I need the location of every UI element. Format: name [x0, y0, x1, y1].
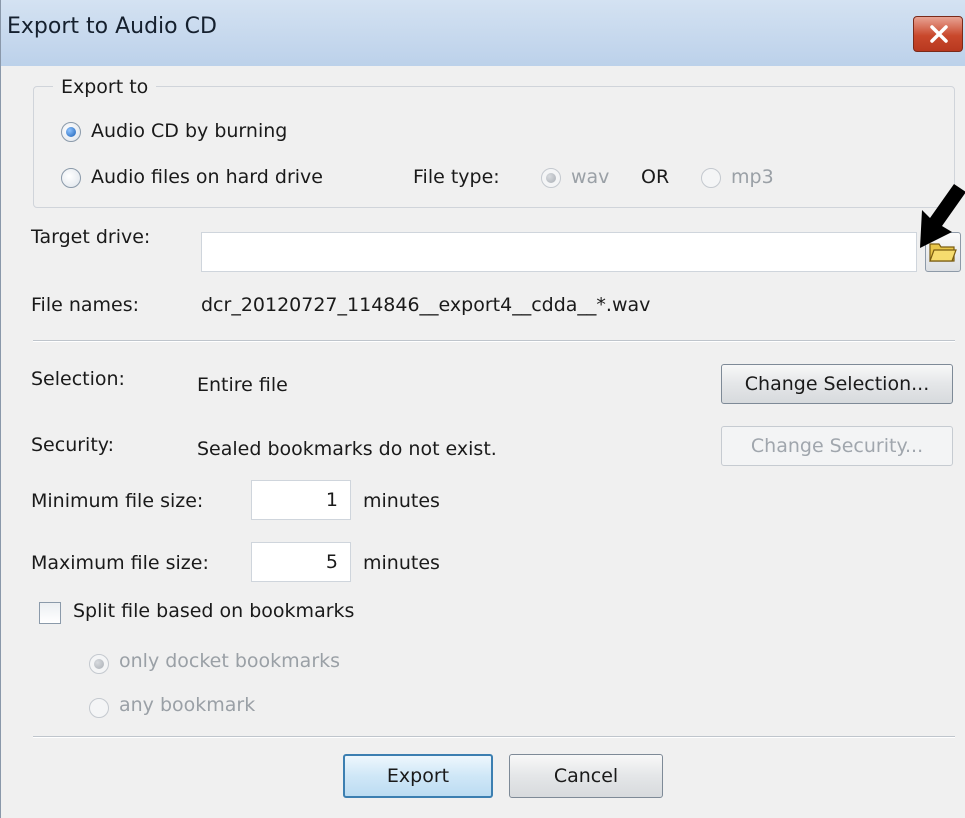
change-selection-button[interactable]: Change Selection...: [721, 364, 953, 404]
close-icon: [930, 25, 948, 43]
target-drive-label: Target drive:: [31, 226, 151, 248]
security-value: Sealed bookmarks do not exist.: [197, 438, 497, 460]
wav-label[interactable]: wav: [571, 166, 609, 188]
cancel-button[interactable]: Cancel: [509, 754, 663, 798]
export-button[interactable]: Export: [343, 754, 493, 798]
file-names-value: dcr_20120727_114846__export4__cdda__*.wa…: [201, 294, 651, 316]
any-bookmark-label[interactable]: any bookmark: [119, 694, 255, 716]
maximum-size-input[interactable]: 5: [251, 542, 351, 582]
mp3-label[interactable]: mp3: [731, 166, 774, 188]
any-bookmark-radio[interactable]: [89, 698, 109, 718]
security-label: Security:: [31, 434, 115, 456]
split-bookmarks-label[interactable]: Split file based on bookmarks: [73, 600, 354, 622]
export-to-group: [33, 86, 955, 208]
export-audio-cd-dialog: Export to Audio CD Export to Audio CD by…: [0, 0, 965, 818]
dialog-body: Export to Audio CD by burning Audio file…: [1, 66, 965, 818]
minimum-size-unit: minutes: [363, 490, 440, 512]
separator-top: [33, 340, 955, 342]
docket-bookmarks-radio[interactable]: [89, 654, 109, 674]
file-names-label: File names:: [31, 294, 140, 316]
selection-value: Entire file: [197, 374, 288, 396]
title-bar[interactable]: Export to Audio CD: [1, 0, 965, 66]
change-security-button[interactable]: Change Security...: [721, 426, 953, 466]
audio-files-label[interactable]: Audio files on hard drive: [91, 166, 323, 188]
close-button[interactable]: [913, 16, 963, 52]
docket-bookmarks-label[interactable]: only docket bookmarks: [119, 650, 340, 672]
or-label: OR: [641, 166, 670, 188]
minimum-size-label: Minimum file size:: [31, 490, 204, 512]
audio-cd-label[interactable]: Audio CD by burning: [91, 120, 287, 142]
minimum-size-input[interactable]: 1: [251, 480, 351, 520]
window-title: Export to Audio CD: [7, 14, 217, 39]
target-drive-input[interactable]: [201, 232, 917, 272]
file-type-label: File type:: [413, 166, 500, 188]
arrow-pointer-icon: [920, 184, 965, 248]
audio-cd-radio[interactable]: [61, 122, 81, 142]
split-bookmarks-checkbox[interactable]: [39, 602, 61, 624]
wav-radio[interactable]: [541, 168, 561, 188]
maximum-size-label: Maximum file size:: [31, 552, 209, 574]
audio-files-radio[interactable]: [61, 168, 81, 188]
selection-label: Selection:: [31, 368, 125, 390]
mp3-radio[interactable]: [701, 168, 721, 188]
export-to-legend: Export to: [53, 76, 157, 98]
separator-bottom: [33, 736, 955, 738]
maximum-size-unit: minutes: [363, 552, 440, 574]
